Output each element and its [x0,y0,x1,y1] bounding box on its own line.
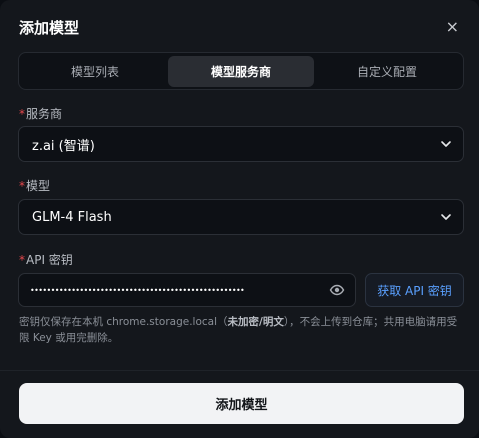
provider-label: *服务商 [19,105,62,122]
tab-custom-config[interactable]: 自定义配置 [314,56,460,87]
required-mark: * [19,107,25,121]
chevron-down-icon [441,141,451,147]
api-key-input[interactable]: ••••••••••••••••••••••••••••••••••••••••… [18,273,356,307]
provider-select[interactable]: z.ai (智谱) [18,126,464,162]
tab-bar: 模型列表 模型服务商 自定义配置 [18,52,464,90]
hint-prefix: 密钥仅保存在本机 chrome.storage.local（ [19,316,228,328]
get-api-key-button[interactable]: 获取 API 密钥 [365,273,464,307]
add-model-button[interactable]: 添加模型 [19,383,464,424]
footer-divider [0,370,479,371]
model-select[interactable]: GLM-4 Flash [18,199,464,235]
required-mark: * [19,253,25,267]
model-label-text: 模型 [26,179,51,193]
model-select-value: GLM-4 Flash [32,209,112,225]
api-key-masked-value: ••••••••••••••••••••••••••••••••••••••••… [30,285,245,295]
close-icon[interactable]: × [446,18,459,36]
add-model-dialog: 添加模型 × 模型列表 模型服务商 自定义配置 *服务商 z.ai (智谱) *… [0,0,479,438]
api-key-label-text: API 密钥 [26,253,73,267]
api-key-hint: 密钥仅保存在本机 chrome.storage.local（未加密/明文），不会… [19,314,463,346]
hint-emphasis: 未加密/明文 [227,316,284,328]
provider-select-value: z.ai (智谱) [32,138,95,154]
eye-icon[interactable] [329,282,345,298]
tab-model-list[interactable]: 模型列表 [22,56,168,87]
dialog-title: 添加模型 [19,19,80,37]
required-mark: * [19,179,25,193]
model-label: *模型 [19,177,50,194]
provider-label-text: 服务商 [26,107,63,121]
api-key-label: *API 密钥 [19,251,73,268]
chevron-down-icon [441,214,451,220]
tab-model-provider[interactable]: 模型服务商 [168,55,314,87]
